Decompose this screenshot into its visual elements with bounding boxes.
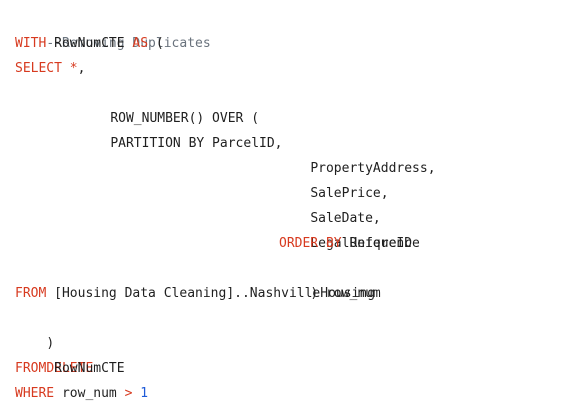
where-column: row_num: [54, 386, 125, 401]
code-line-14: DELETE: [15, 331, 573, 376]
cte-name: RowNumCTE: [46, 36, 133, 51]
code-line-5: PARTITION BY ParcelID,: [15, 106, 573, 151]
code-line-2: WITH RowNumCTE AS (: [15, 31, 573, 56]
code-line-12: FROM [Housing Data Cleaning]..NashvilleH…: [15, 281, 573, 306]
code-line-9: LegalReference: [15, 206, 573, 251]
code-line-1: --Removing Duplicates: [15, 6, 573, 51]
cte-reference: RowNumCTE: [46, 361, 125, 376]
keyword-from: FROM: [15, 361, 47, 376]
code-line-3: SELECT *,: [15, 56, 573, 81]
keyword-where: WHERE: [15, 386, 55, 401]
keyword-select: SELECT: [15, 61, 62, 76]
code-line-13: ): [15, 306, 573, 351]
code-line-11: ) row_num: [15, 256, 573, 301]
numeric-literal: 1: [132, 386, 149, 401]
sql-code-block: --Removing Duplicates WITH RowNumCTE AS …: [0, 0, 573, 414]
code-line-16: WHERE row_num > 1: [15, 381, 573, 406]
code-line-7: SalePrice,: [15, 156, 573, 201]
code-line-4: ROW_NUMBER() OVER (: [15, 81, 573, 126]
table-name: [Housing Data Cleaning]..NashvilleHousin…: [46, 286, 376, 301]
select-comma: ,: [77, 61, 86, 76]
code-line-10: ORDER BY UniqueID: [15, 231, 573, 256]
order-column: UniqueID: [341, 236, 413, 251]
keyword-order-by: ORDER BY: [279, 236, 342, 251]
code-line-8: SaleDate,: [15, 181, 573, 226]
code-line-15: FROM RowNumCTE: [15, 356, 573, 381]
open-paren: (: [148, 36, 164, 51]
keyword-from: FROM: [15, 286, 47, 301]
select-star: *: [61, 61, 78, 76]
keyword-as: AS: [132, 36, 149, 51]
code-line-6: PropertyAddress,: [15, 131, 573, 176]
keyword-with: WITH: [15, 36, 47, 51]
